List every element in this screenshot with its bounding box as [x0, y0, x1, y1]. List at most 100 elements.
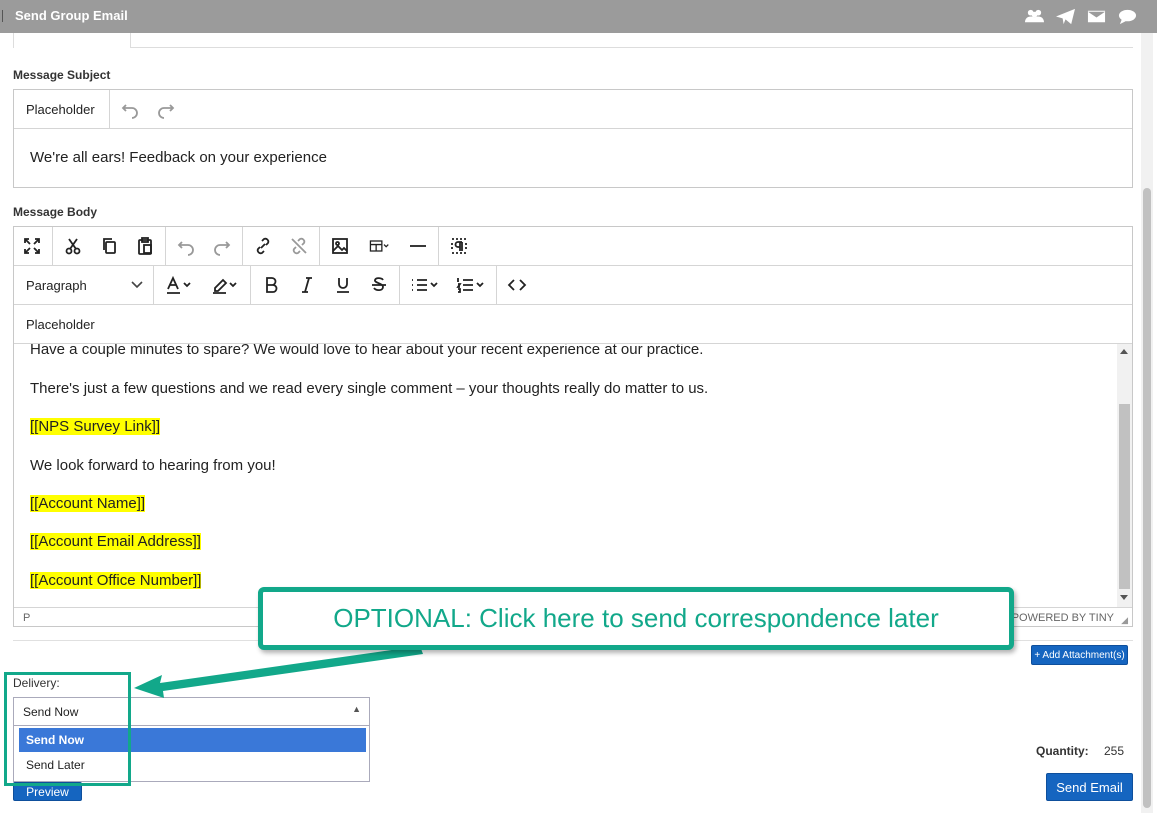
- quantity-value: 255: [1104, 744, 1125, 758]
- account-name-tag: [[Account Name]]: [30, 495, 146, 512]
- fullscreen-button[interactable]: [14, 227, 50, 265]
- toolbar-separator: [52, 227, 53, 265]
- subject-editor: Placeholder We're all ears! Feedback on …: [13, 89, 1133, 188]
- body-toolbar-row-2: Paragraph: [14, 266, 1132, 305]
- bold-button[interactable]: [253, 266, 289, 304]
- window-title: Send Group Email: [15, 8, 128, 23]
- paper-plane-icon[interactable]: [1056, 8, 1075, 25]
- toolbar-separator: [153, 266, 154, 304]
- pilcrow-icon: [451, 238, 467, 254]
- body-scrollbar[interactable]: [1117, 344, 1132, 607]
- block-format-select[interactable]: Paragraph: [14, 278, 151, 293]
- text-color-button[interactable]: [156, 266, 202, 304]
- body-undo-button[interactable]: [168, 227, 204, 265]
- toolbar-separator: [496, 266, 497, 304]
- toolbar-separator: [108, 90, 110, 128]
- annotation-callout: OPTIONAL: Click here to send corresponde…: [258, 587, 1014, 650]
- table-icon: [369, 240, 389, 252]
- highlighter-icon: [213, 278, 237, 294]
- account-email-tag: [[Account Email Address]]: [30, 533, 201, 550]
- subject-placeholder-button[interactable]: Placeholder: [14, 102, 107, 117]
- comment-icon[interactable]: [1118, 8, 1137, 25]
- clipboard-icon: [138, 237, 152, 255]
- numbered-list-button[interactable]: [448, 266, 494, 304]
- envelope-icon[interactable]: [1087, 8, 1106, 25]
- body-toolbar-row-1: [14, 227, 1132, 266]
- subject-toolbar: Placeholder: [14, 90, 1132, 129]
- table-button[interactable]: [358, 227, 400, 265]
- fullscreen-icon: [24, 238, 40, 254]
- code-icon: [507, 279, 527, 291]
- chevron-down-icon: [131, 281, 143, 289]
- body-redo-button[interactable]: [204, 227, 240, 265]
- toolbar-separator: [399, 266, 400, 304]
- source-code-button[interactable]: [499, 266, 535, 304]
- redo-button[interactable]: [148, 90, 184, 128]
- toolbar-separator: [165, 227, 166, 265]
- body-label: Message Body: [13, 205, 98, 219]
- page-scrollbar-thumb[interactable]: [1143, 188, 1151, 808]
- scroll-down-arrow[interactable]: [1120, 595, 1128, 600]
- resize-handle-icon[interactable]: ◢: [1121, 615, 1128, 626]
- italic-button[interactable]: [289, 266, 325, 304]
- horizontal-rule-button[interactable]: [400, 227, 436, 265]
- caret-up-icon: ▲: [352, 704, 361, 714]
- image-button[interactable]: [322, 227, 358, 265]
- body-content[interactable]: Have a couple minutes to spare? We would…: [14, 344, 1116, 607]
- quantity-label: Quantity:: [1036, 744, 1089, 758]
- strikethrough-button[interactable]: [361, 266, 397, 304]
- powered-by-tiny[interactable]: POWERED BY TINY: [1012, 612, 1114, 624]
- horizontal-rule-icon: [410, 245, 426, 247]
- underline-icon: [337, 278, 349, 293]
- undo-icon: [121, 104, 138, 119]
- window-titlebar: Send Group Email: [0, 0, 1157, 33]
- body-toolbar-row-3: Placeholder: [14, 305, 1132, 344]
- body-scrollbar-thumb[interactable]: [1119, 404, 1130, 589]
- toolbar-separator: [319, 227, 320, 265]
- page-scrollbar[interactable]: [1141, 33, 1153, 813]
- body-placeholder-button[interactable]: Placeholder: [14, 317, 107, 332]
- cut-button[interactable]: [55, 227, 91, 265]
- annotation-highlight-box: [4, 672, 131, 786]
- copy-icon: [103, 238, 116, 254]
- toolbar-separator: [242, 227, 243, 265]
- undo-icon: [177, 241, 194, 256]
- link-button[interactable]: [245, 227, 281, 265]
- account-office-number-tag: [[Account Office Number]]: [30, 572, 202, 589]
- redo-icon: [157, 104, 174, 119]
- body-editor: Paragraph Placeholder Have a couple minu…: [13, 226, 1133, 627]
- copy-button[interactable]: [91, 227, 127, 265]
- users-icon[interactable]: [1025, 8, 1044, 25]
- tab-active[interactable]: [13, 33, 131, 48]
- block-format-label: Paragraph: [26, 277, 87, 293]
- send-email-button[interactable]: Send Email: [1046, 773, 1133, 801]
- paste-button[interactable]: [127, 227, 163, 265]
- nps-survey-link-tag: [[NPS Survey Link]]: [30, 418, 161, 435]
- body-paragraph-1: Have a couple minutes to spare? We would…: [30, 344, 704, 358]
- unlink-button[interactable]: [281, 227, 317, 265]
- add-attachment-button[interactable]: + Add Attachment(s): [1031, 645, 1128, 665]
- body-paragraph-4: We look forward to hearing from you!: [30, 457, 276, 474]
- text-color-icon: [167, 275, 191, 294]
- titlebar-icons: [1025, 8, 1137, 25]
- body-paragraph-2: There's just a few questions and we read…: [30, 380, 709, 397]
- tab-strip: [13, 33, 1133, 48]
- unlink-icon: [291, 237, 307, 255]
- subject-input[interactable]: We're all ears! Feedback on your experie…: [30, 149, 327, 166]
- undo-button[interactable]: [112, 90, 148, 128]
- toolbar-separator: [250, 266, 251, 304]
- italic-icon: [302, 277, 312, 293]
- subject-label: Message Subject: [13, 68, 111, 82]
- image-icon: [332, 238, 348, 254]
- toolbar-separator: [438, 227, 439, 265]
- highlight-color-button[interactable]: [202, 266, 248, 304]
- bullet-list-button[interactable]: [402, 266, 448, 304]
- redo-icon: [214, 241, 231, 256]
- element-path[interactable]: P: [23, 612, 30, 624]
- strikethrough-icon: [372, 277, 386, 292]
- scroll-up-arrow[interactable]: [1120, 349, 1128, 354]
- visual-blocks-button[interactable]: [441, 227, 477, 265]
- bold-icon: [266, 277, 278, 293]
- underline-button[interactable]: [325, 266, 361, 304]
- scissors-icon: [65, 238, 81, 255]
